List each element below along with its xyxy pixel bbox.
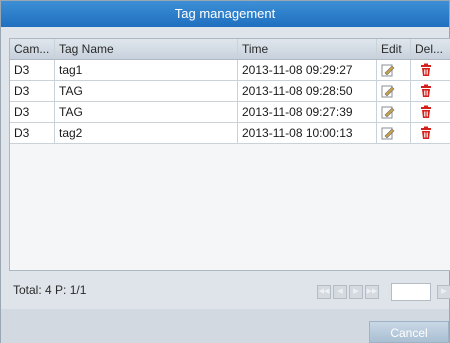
table-row[interactable]: D3 tag1 2013-11-08 09:29:27 bbox=[10, 60, 450, 81]
row-time: 2013-11-08 09:27:39 bbox=[238, 102, 377, 122]
table-row[interactable]: D3 tag2 2013-11-08 10:00:13 bbox=[10, 123, 450, 144]
row-time: 2013-11-08 10:00:13 bbox=[238, 123, 377, 143]
header-delete: Del... bbox=[415, 42, 444, 56]
delete-cell bbox=[411, 102, 450, 122]
cancel-button[interactable]: Cancel bbox=[369, 321, 449, 343]
go-page-icon[interactable]: ▶ bbox=[437, 285, 450, 299]
header-edit: Edit bbox=[377, 39, 411, 59]
row-camera: D3 bbox=[10, 123, 55, 143]
total-count: Total: 4 P: 1/1 bbox=[13, 283, 87, 297]
delete-cell bbox=[411, 60, 450, 80]
last-page-icon[interactable]: ▶▶ bbox=[365, 285, 379, 299]
pagination-controls: ◀◀ ◀ ▶ ▶▶ bbox=[317, 285, 379, 299]
tag-management-dialog: Tag management Cam... Tag Name Time Edit… bbox=[0, 0, 450, 343]
row-tag-name: TAG bbox=[55, 102, 238, 122]
row-camera: D3 bbox=[10, 102, 55, 122]
next-page-icon[interactable]: ▶ bbox=[349, 285, 363, 299]
edit-cell bbox=[377, 81, 411, 101]
edit-icon[interactable] bbox=[381, 84, 395, 98]
row-camera: D3 bbox=[10, 60, 55, 80]
header-camera[interactable]: Cam... bbox=[10, 39, 55, 59]
button-bar: Cancel bbox=[1, 309, 449, 343]
trash-icon[interactable] bbox=[419, 84, 433, 98]
row-tag-name: tag2 bbox=[55, 123, 238, 143]
dialog-title: Tag management bbox=[1, 1, 449, 27]
row-time: 2013-11-08 09:29:27 bbox=[238, 60, 377, 80]
page-number-input[interactable] bbox=[391, 283, 431, 301]
edit-cell bbox=[377, 60, 411, 80]
row-time: 2013-11-08 09:28:50 bbox=[238, 81, 377, 101]
table-footer: Total: 4 P: 1/1 ◀◀ ◀ ▶ ▶▶ ▶ bbox=[9, 279, 450, 305]
first-page-icon[interactable]: ◀◀ bbox=[317, 285, 331, 299]
table-header: Cam... Tag Name Time Edit Del... bbox=[10, 39, 450, 60]
edit-cell bbox=[377, 123, 411, 143]
trash-icon[interactable] bbox=[419, 105, 433, 119]
delete-cell bbox=[411, 81, 450, 101]
edit-cell bbox=[377, 102, 411, 122]
trash-icon[interactable] bbox=[419, 126, 433, 140]
row-camera: D3 bbox=[10, 81, 55, 101]
edit-icon[interactable] bbox=[381, 126, 395, 140]
tag-table: Cam... Tag Name Time Edit Del... D3 tag1… bbox=[9, 38, 450, 271]
table-row[interactable]: D3 TAG 2013-11-08 09:27:39 bbox=[10, 102, 450, 123]
prev-page-icon[interactable]: ◀ bbox=[333, 285, 347, 299]
table-row[interactable]: D3 TAG 2013-11-08 09:28:50 bbox=[10, 81, 450, 102]
row-tag-name: tag1 bbox=[55, 60, 238, 80]
trash-icon[interactable] bbox=[419, 63, 433, 77]
row-tag-name: TAG bbox=[55, 81, 238, 101]
delete-cell bbox=[411, 123, 450, 143]
edit-icon[interactable] bbox=[381, 63, 395, 77]
edit-icon[interactable] bbox=[381, 105, 395, 119]
header-time[interactable]: Time bbox=[238, 39, 377, 59]
header-tag-name[interactable]: Tag Name bbox=[55, 39, 238, 59]
